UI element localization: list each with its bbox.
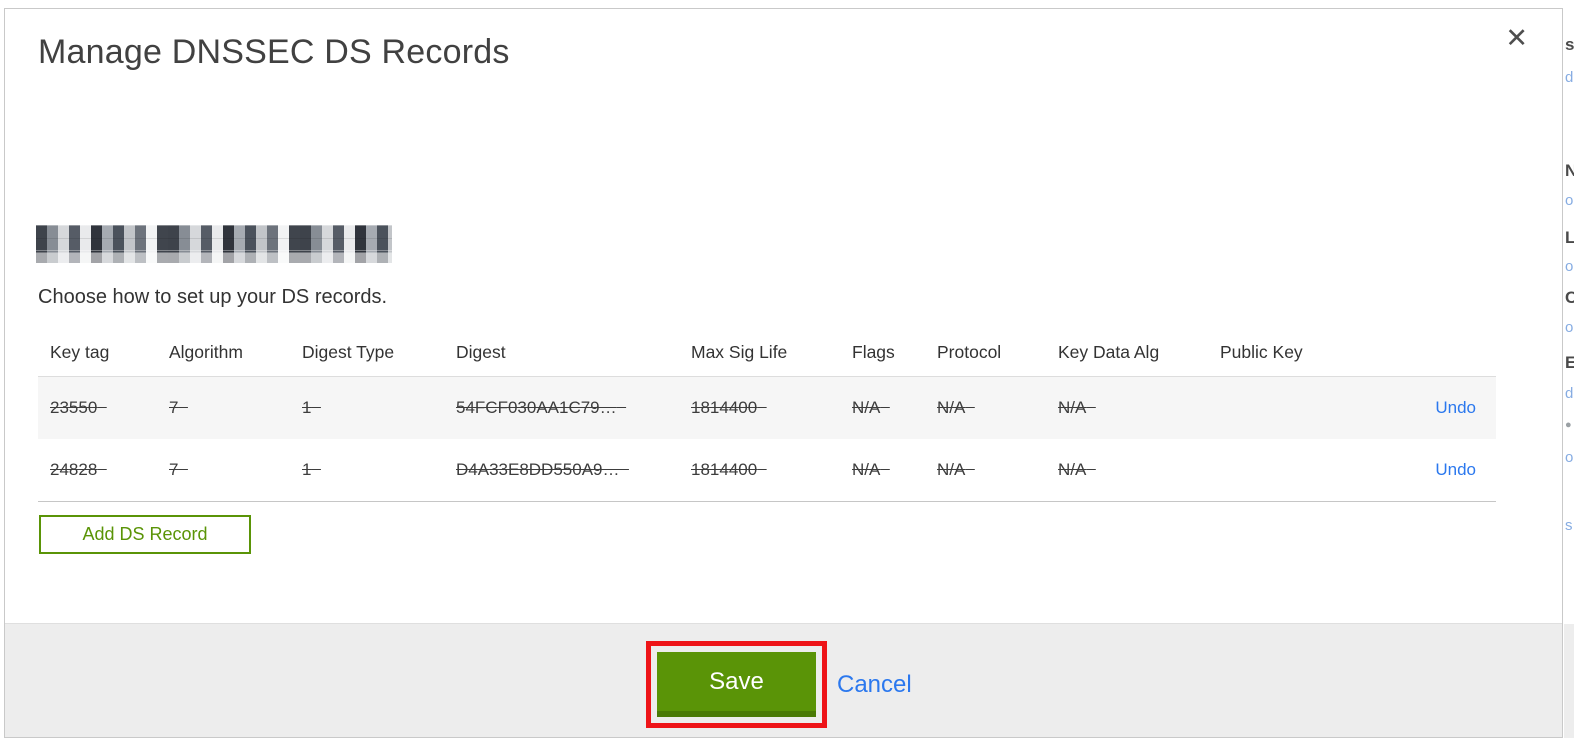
background-text-fragment: d <box>1565 385 1574 402</box>
background-text-fragment: o <box>1565 449 1574 466</box>
cell-key_tag: 24828 <box>50 460 98 479</box>
cell-protocol: N/A <box>937 460 966 479</box>
background-text-fragment: o <box>1565 319 1574 336</box>
column-header-public_key: Public Key <box>1220 342 1303 362</box>
ds-records-table: Key tag Algorithm Digest Type Digest Max Sig… <box>38 329 1496 502</box>
intro-text: Choose how to set up your DS records. <box>38 286 388 308</box>
cell-digest: 54FCF030AA1C79… <box>456 398 617 417</box>
column-header-flags: Flags <box>852 342 895 362</box>
column-header-max_sig_life: Max Sig Life <box>691 342 788 362</box>
cell-digest_type: 1 <box>302 460 312 479</box>
table-row: 23550 7 1 54FCF030AA1C79… 1814400 N/A N/A N/A Un… <box>38 376 1496 439</box>
column-header-key_data_alg: Key Data Alg <box>1058 342 1160 362</box>
background-text-fragment: ● <box>1565 419 1572 431</box>
cell-digest_type: 1 <box>302 398 312 417</box>
cell-max_sig_life: 1814400 <box>691 398 758 417</box>
page-title: Manage DNSSEC DS Records <box>38 33 510 71</box>
column-header-digest: Digest <box>456 342 506 362</box>
cell-key_data_alg: N/A <box>1058 460 1087 479</box>
dialog-footer: Save Cancel <box>5 623 1562 737</box>
close-icon[interactable]: ✕ <box>1505 25 1528 52</box>
background-text-fragment: s <box>1565 35 1574 54</box>
background-text-fragment: C <box>1565 288 1574 307</box>
save-annotation-box: Save <box>646 641 827 728</box>
cell-flags: N/A <box>852 398 881 417</box>
background-text-fragment: o <box>1565 258 1574 275</box>
table-row: 24828 7 1 D4A33E8DD550A9… 1814400 N/A N/A N/A Un… <box>38 439 1496 502</box>
cell-key_data_alg: N/A <box>1058 398 1087 417</box>
cancel-link[interactable]: Cancel <box>837 671 912 699</box>
column-header-digest_type: Digest Type <box>302 342 395 362</box>
background-page-strip: s d No Lo Co Ed ● o s <box>1564 0 1574 746</box>
table-header-row: Key tag Algorithm Digest Type Digest Max Sig… <box>38 329 1496 376</box>
cell-protocol: N/A <box>937 398 966 417</box>
dnssec-ds-records-dialog: ✕ Manage DNSSEC DS Records Choose how to… <box>4 8 1563 738</box>
cell-algorithm: 7 <box>169 460 179 479</box>
cell-key_tag: 23550 <box>50 398 98 417</box>
background-text-fragment: N <box>1565 161 1574 180</box>
background-text-fragment: L <box>1565 228 1574 247</box>
background-text-fragment: d <box>1565 69 1574 86</box>
cell-digest: D4A33E8DD550A9… <box>456 460 620 479</box>
background-text-fragment: s <box>1565 517 1573 534</box>
background-footer-sliver <box>1564 624 1574 738</box>
column-header-algorithm: Algorithm <box>169 342 243 362</box>
column-header-key_tag: Key tag <box>50 342 110 362</box>
background-text-fragment: E <box>1565 353 1574 372</box>
add-ds-record-button[interactable]: Add DS Record <box>39 515 251 554</box>
column-header-protocol: Protocol <box>937 342 1002 362</box>
cell-max_sig_life: 1814400 <box>691 460 758 479</box>
undo-link[interactable]: Undo <box>1435 460 1476 479</box>
cell-algorithm: 7 <box>169 398 179 417</box>
cell-flags: N/A <box>852 460 881 479</box>
background-text-fragment: o <box>1565 192 1574 209</box>
save-button[interactable]: Save <box>657 652 816 717</box>
redacted-domain-name <box>36 225 392 263</box>
undo-link[interactable]: Undo <box>1435 398 1476 417</box>
